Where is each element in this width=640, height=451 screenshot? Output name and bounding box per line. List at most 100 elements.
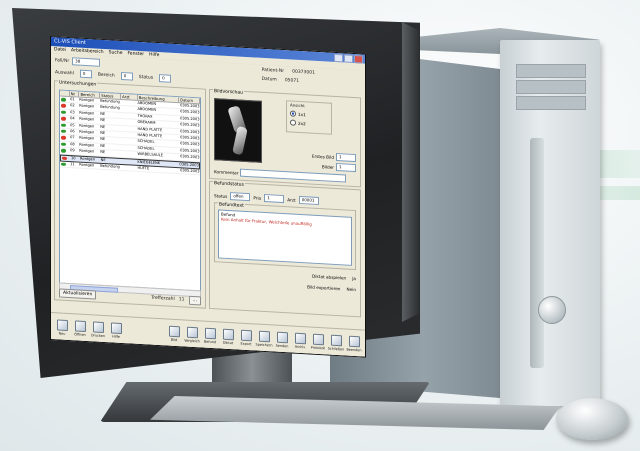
- toolbar-label: Protokoll: [310, 345, 326, 351]
- save-icon: [258, 330, 270, 343]
- xray-preview-image[interactable]: [214, 98, 262, 163]
- toolbar-report-button[interactable]: Befund: [202, 325, 218, 348]
- table-cell: NE: [100, 117, 106, 123]
- view-group-label: Ansicht: [290, 102, 305, 109]
- send-icon: [276, 331, 288, 344]
- export-label: Bild exportieren: [307, 284, 341, 292]
- toolbar-label: Speichern: [255, 342, 273, 348]
- window-title: CL-VIS Client: [54, 38, 86, 47]
- case-label: Fall/Nr: [55, 57, 70, 64]
- toolbar-log-button[interactable]: Protokoll: [310, 332, 326, 355]
- refresh-button[interactable]: Aktualisieren: [59, 288, 97, 300]
- radio-icon: [290, 119, 296, 126]
- toolbar-export-button[interactable]: Export: [238, 328, 254, 351]
- view-option-label: 2x2: [298, 120, 306, 126]
- maximize-button[interactable]: [344, 54, 353, 63]
- toolbar-print-button[interactable]: Drucken: [90, 319, 106, 342]
- table-cell: 0305.2003: [180, 128, 200, 134]
- table-cell: 0305.2003: [179, 161, 199, 167]
- table-cell: Rontgen: [80, 156, 96, 162]
- filter-label: Status: [138, 74, 154, 81]
- toolbar-new-button[interactable]: Neu: [54, 317, 70, 340]
- export-icon: [240, 329, 252, 342]
- table-cell: NE: [100, 137, 106, 142]
- table-cell: [120, 125, 136, 131]
- toolbar-label: Archiv: [294, 344, 306, 350]
- table-cell: 05: [70, 122, 75, 127]
- drive-bay: [516, 64, 586, 78]
- table-cell: 0305.2003: [180, 154, 200, 160]
- toolbar-label: Neu: [58, 331, 66, 336]
- doctor-field[interactable]: 00001: [298, 195, 319, 206]
- patient-info: Patient-Nr 00373001 Datum 05071: [262, 68, 315, 85]
- first-image-field[interactable]: 1: [336, 152, 356, 163]
- findings-textarea[interactable]: Befund Kein Anhalt für Fraktur, Weichtei…: [218, 209, 352, 266]
- studies-group: Untersuchungen Nr Bereich Status Arzt Be…: [54, 80, 206, 309]
- preview-group: Bildvorschau Ansicht 1x1 2x2 Erstes Bild…: [209, 88, 361, 188]
- toolbar-open-button[interactable]: Öffnen: [72, 318, 88, 341]
- toolbar-archive-button[interactable]: Archiv: [292, 331, 308, 354]
- view-option-2x2[interactable]: 2x2: [290, 119, 331, 127]
- filter-field[interactable]: 0: [120, 71, 133, 81]
- compare-icon: [186, 326, 198, 339]
- filter-field[interactable]: 0: [159, 74, 172, 83]
- status-cell: [60, 135, 69, 141]
- toolbar-label: Beenden: [346, 347, 362, 353]
- help-icon: [110, 322, 122, 334]
- table-cell: 02: [70, 103, 75, 108]
- export-value[interactable]: Nein: [346, 287, 356, 293]
- state-field[interactable]: offen: [230, 192, 251, 202]
- toolbar-exit-button[interactable]: Beenden: [346, 334, 362, 357]
- dictation-row: Diktat abspielen Ja: [312, 274, 356, 281]
- report-group: Befundstatus Status offen Prio 1 Arzt 00…: [209, 180, 361, 318]
- toolbar-label: Bild: [170, 337, 178, 343]
- table-cell: Rontgen: [79, 148, 95, 154]
- toolbar-image-button[interactable]: Bild: [166, 323, 182, 346]
- archive-icon: [294, 332, 306, 345]
- studies-rows: 01 Rontgen Befundung ABDOMEN 0305.2003 02 Ront…: [60, 96, 200, 176]
- status-cell: [60, 116, 69, 122]
- table-cell: 01: [70, 97, 75, 102]
- status-dot-icon: [61, 135, 66, 140]
- column-header[interactable]: [60, 90, 70, 97]
- hit-count-button[interactable]: …: [188, 295, 201, 306]
- toolbar-help-button[interactable]: Hilfe: [108, 320, 124, 343]
- case-field[interactable]: 38: [72, 57, 101, 67]
- status-dot-icon: [61, 162, 66, 167]
- dictation-label: Diktat abspielen: [311, 273, 347, 281]
- close-button[interactable]: [354, 54, 363, 64]
- toolbar-save-button[interactable]: Speichern: [256, 329, 272, 352]
- toolbar-close-button[interactable]: Schließen: [328, 333, 344, 356]
- toolbar-label: Öffnen: [74, 332, 86, 337]
- dictation-value[interactable]: Ja: [352, 276, 356, 281]
- table-cell: [120, 113, 136, 119]
- view-option-1x1[interactable]: 1x1: [290, 110, 331, 118]
- table-cell: [120, 106, 136, 112]
- max-images-field[interactable]: 1: [336, 162, 356, 173]
- hit-count-label: Trefferzahl: [151, 295, 175, 302]
- studies-list[interactable]: Nr Bereich Status Arzt Beschreibung Datu…: [59, 89, 201, 292]
- table-cell: [120, 145, 136, 151]
- table-cell: Befundung: [100, 163, 120, 169]
- table-cell: 07: [70, 135, 75, 140]
- minimize-button[interactable]: [334, 53, 343, 63]
- status-dot-icon: [61, 104, 66, 108]
- printer-icon: [92, 321, 104, 333]
- table-cell: 0305.2003: [180, 122, 200, 128]
- comment-label: Kommentar: [214, 168, 239, 176]
- column-header[interactable]: Arzt: [121, 93, 138, 100]
- status-cell: [60, 161, 69, 167]
- status-cell: [60, 109, 69, 115]
- column-header[interactable]: Nr: [69, 91, 80, 97]
- priority-field[interactable]: 1: [264, 193, 285, 204]
- filter-field[interactable]: 0: [79, 69, 92, 79]
- table-cell: 04: [70, 116, 75, 121]
- first-image-label: Erstes Bild: [311, 153, 334, 160]
- toolbar-send-button[interactable]: Senden: [274, 330, 290, 353]
- findings-group: Befundtext Befund Kein Anhalt für Fraktu…: [214, 202, 356, 271]
- status-dot-icon: [61, 123, 66, 127]
- toolbar-compare-button[interactable]: Vergleich: [184, 324, 200, 347]
- table-cell: Befundung: [100, 105, 120, 111]
- status-dot-icon: [61, 148, 66, 153]
- toolbar-dictation-button[interactable]: Diktat: [220, 327, 236, 350]
